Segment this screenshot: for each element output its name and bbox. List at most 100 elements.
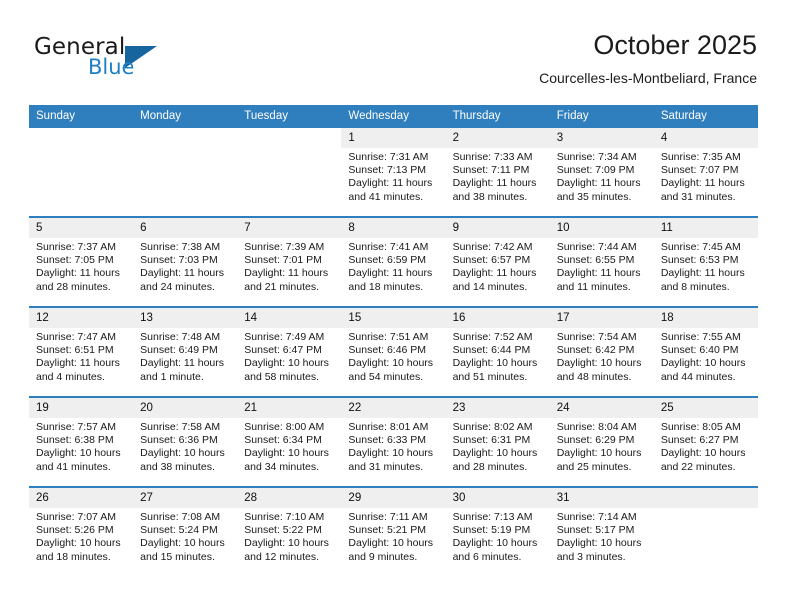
daylight-text: Daylight: 10 hours and 41 minutes. <box>36 447 121 473</box>
sunrise-text: Sunrise: 7:13 AM <box>452 511 533 523</box>
calendar-day-cell[interactable]: 20 Sunrise: 7:58 AM Sunset: 6:36 PM Dayligh… <box>133 396 238 487</box>
weekday-header-wednesday: Wednesday <box>341 105 446 128</box>
daylight-text: Daylight: 11 hours and 8 minutes. <box>660 267 745 293</box>
sunrise-text: Sunrise: 8:05 AM <box>660 421 741 433</box>
calendar-cell-blank <box>133 128 238 217</box>
sunset-text: Sunset: 6:57 PM <box>452 254 531 267</box>
calendar-day-cell[interactable]: 27 Sunrise: 7:08 AM Sunset: 5:24 PM Dayligh… <box>133 486 238 576</box>
day-number: 26 <box>29 488 134 508</box>
calendar-day-cell[interactable]: 4 Sunrise: 7:35 AM Sunset: 7:07 PM Daylight… <box>653 128 758 217</box>
sunrise-text: Sunrise: 7:49 AM <box>244 331 325 343</box>
sunset-text: Sunset: 6:34 PM <box>244 434 322 447</box>
weekday-header-sunday: Sunday <box>29 105 134 128</box>
calendar-day-cell[interactable]: 19 Sunrise: 7:57 AM Sunset: 6:38 PM Dayligh… <box>29 396 134 487</box>
calendar-day-cell[interactable]: 29 Sunrise: 7:11 AM Sunset: 5:21 PM Dayligh… <box>341 486 446 576</box>
calendar-day-cell[interactable]: 28 Sunrise: 7:10 AM Sunset: 5:22 PM Dayligh… <box>237 486 342 576</box>
sunset-text: Sunset: 6:40 PM <box>660 344 739 357</box>
calendar-day-cell[interactable]: 26 Sunrise: 7:07 AM Sunset: 5:26 PM Dayligh… <box>29 486 134 576</box>
calendar-day-cell[interactable]: 10 Sunrise: 7:44 AM Sunset: 6:55 PM Dayligh… <box>549 216 654 307</box>
daylight-text: Daylight: 10 hours and 22 minutes. <box>660 447 746 473</box>
day-details: Sunrise: 7:52 AM Sunset: 6:44 PM Daylight:… <box>446 328 550 384</box>
sunrise-text: Sunrise: 7:14 AM <box>556 511 637 523</box>
daylight-text: Daylight: 11 hours and 35 minutes. <box>556 177 641 203</box>
day-details: Sunrise: 7:51 AM Sunset: 6:46 PM Daylight:… <box>341 328 445 384</box>
daylight-text: Daylight: 10 hours and 34 minutes. <box>244 447 329 473</box>
calendar-day-cell[interactable]: 18 Sunrise: 7:55 AM Sunset: 6:40 PM Dayligh… <box>653 306 758 397</box>
day-number: 24 <box>549 398 654 418</box>
calendar-day-cell[interactable]: 13 Sunrise: 7:48 AM Sunset: 6:49 PM Dayligh… <box>133 306 238 397</box>
daylight-text: Daylight: 11 hours and 11 minutes. <box>556 267 641 293</box>
day-number: 15 <box>341 308 446 328</box>
daylight-text: Daylight: 11 hours and 14 minutes. <box>452 267 537 293</box>
calendar-day-cell[interactable]: 24 Sunrise: 8:04 AM Sunset: 6:29 PM Dayligh… <box>549 396 654 487</box>
day-number: 9 <box>445 218 550 238</box>
calendar-day-cell[interactable]: 1 Sunrise: 7:31 AM Sunset: 7:13 PM Daylight… <box>341 128 446 217</box>
day-number: 21 <box>237 398 342 418</box>
day-number: 12 <box>29 308 134 328</box>
sunset-text: Sunset: 7:03 PM <box>140 254 218 267</box>
sunset-text: Sunset: 6:53 PM <box>660 254 739 267</box>
day-details: Sunrise: 7:13 AM Sunset: 5:19 PM Daylight:… <box>446 508 550 564</box>
calendar-day-cell[interactable]: 16 Sunrise: 7:52 AM Sunset: 6:44 PM Dayligh… <box>445 306 550 397</box>
weekday-header-thursday: Thursday <box>445 105 550 128</box>
sunrise-text: Sunrise: 7:52 AM <box>452 331 533 343</box>
calendar-day-cell[interactable]: 9 Sunrise: 7:42 AM Sunset: 6:57 PM Daylight… <box>445 216 550 307</box>
daylight-text: Daylight: 10 hours and 28 minutes. <box>452 447 538 473</box>
calendar-day-cell[interactable]: 11 Sunrise: 7:45 AM Sunset: 6:53 PM Dayligh… <box>653 216 758 307</box>
calendar-day-cell[interactable]: 15 Sunrise: 7:51 AM Sunset: 6:46 PM Dayligh… <box>341 306 446 397</box>
calendar-day-cell[interactable]: 30 Sunrise: 7:13 AM Sunset: 5:19 PM Dayligh… <box>445 486 550 576</box>
calendar-week-row: 19 Sunrise: 7:57 AM Sunset: 6:38 PM Dayligh… <box>29 396 758 487</box>
sunset-text: Sunset: 5:26 PM <box>36 524 114 537</box>
sunrise-text: Sunrise: 8:04 AM <box>556 421 637 433</box>
calendar-day-cell[interactable]: 5 Sunrise: 7:37 AM Sunset: 7:05 PM Daylight… <box>29 216 134 307</box>
weekday-header-monday: Monday <box>133 105 238 128</box>
sunrise-text: Sunrise: 7:39 AM <box>244 241 325 253</box>
calendar-table: Sunday Monday Tuesday Wednesday Thursday… <box>29 105 758 576</box>
day-number: 29 <box>341 488 446 508</box>
sunset-text: Sunset: 7:11 PM <box>452 164 530 177</box>
day-number: 11 <box>653 218 758 238</box>
sunrise-text: Sunrise: 8:00 AM <box>244 421 325 433</box>
day-details: Sunrise: 7:41 AM Sunset: 6:59 PM Daylight:… <box>341 238 445 294</box>
daylight-text: Daylight: 10 hours and 15 minutes. <box>140 537 225 563</box>
weekday-header: Sunday Monday Tuesday Wednesday Thursday… <box>29 105 758 128</box>
calendar-day-cell[interactable]: 12 Sunrise: 7:47 AM Sunset: 6:51 PM Dayligh… <box>29 306 134 397</box>
sunrise-text: Sunrise: 8:01 AM <box>348 421 429 433</box>
day-number: 6 <box>133 218 238 238</box>
sunset-text: Sunset: 6:31 PM <box>452 434 531 447</box>
calendar-day-cell[interactable]: 14 Sunrise: 7:49 AM Sunset: 6:47 PM Dayligh… <box>237 306 342 397</box>
calendar-body: 1 Sunrise: 7:31 AM Sunset: 7:13 PM Daylight… <box>29 128 758 576</box>
day-details: Sunrise: 7:39 AM Sunset: 7:01 PM Daylight:… <box>237 238 341 294</box>
day-details: Sunrise: 8:00 AM Sunset: 6:34 PM Daylight:… <box>237 418 341 474</box>
calendar-cell-empty <box>653 486 758 576</box>
calendar-day-cell[interactable]: 2 Sunrise: 7:33 AM Sunset: 7:11 PM Daylight… <box>445 128 550 217</box>
daylight-text: Daylight: 10 hours and 54 minutes. <box>348 357 434 383</box>
day-details: Sunrise: 7:44 AM Sunset: 6:55 PM Daylight:… <box>550 238 654 294</box>
day-number: 20 <box>133 398 238 418</box>
calendar-day-cell[interactable]: 7 Sunrise: 7:39 AM Sunset: 7:01 PM Daylight… <box>237 216 342 307</box>
daylight-text: Daylight: 10 hours and 18 minutes. <box>36 537 121 563</box>
calendar-day-cell[interactable]: 22 Sunrise: 8:01 AM Sunset: 6:33 PM Dayligh… <box>341 396 446 487</box>
calendar-day-cell[interactable]: 23 Sunrise: 8:02 AM Sunset: 6:31 PM Dayligh… <box>445 396 550 487</box>
calendar-day-cell[interactable]: 31 Sunrise: 7:14 AM Sunset: 5:17 PM Dayligh… <box>549 486 654 576</box>
day-details: Sunrise: 7:58 AM Sunset: 6:36 PM Daylight:… <box>133 418 237 474</box>
daylight-text: Daylight: 10 hours and 48 minutes. <box>556 357 642 383</box>
calendar-day-cell[interactable]: 17 Sunrise: 7:54 AM Sunset: 6:42 PM Dayligh… <box>549 306 654 397</box>
logo-text-blue: Blue <box>88 55 135 79</box>
day-number <box>237 128 342 148</box>
calendar-day-cell[interactable]: 6 Sunrise: 7:38 AM Sunset: 7:03 PM Daylight… <box>133 216 238 307</box>
calendar-day-cell[interactable]: 8 Sunrise: 7:41 AM Sunset: 6:59 PM Daylight… <box>341 216 446 307</box>
calendar-day-cell[interactable]: 21 Sunrise: 8:00 AM Sunset: 6:34 PM Dayligh… <box>237 396 342 487</box>
sunset-text: Sunset: 5:21 PM <box>348 524 427 537</box>
sunset-text: Sunset: 6:51 PM <box>36 344 114 357</box>
daylight-text: Daylight: 11 hours and 4 minutes. <box>36 357 120 383</box>
calendar-day-cell[interactable]: 3 Sunrise: 7:34 AM Sunset: 7:09 PM Daylight… <box>549 128 654 217</box>
daylight-text: Daylight: 10 hours and 12 minutes. <box>244 537 329 563</box>
page-header: General Blue October 2025 Courcelles-les… <box>0 0 792 100</box>
day-details: Sunrise: 7:55 AM Sunset: 6:40 PM Daylight:… <box>654 328 758 384</box>
sunrise-text: Sunrise: 7:48 AM <box>140 331 221 343</box>
calendar-day-cell[interactable]: 25 Sunrise: 8:05 AM Sunset: 6:27 PM Dayligh… <box>653 396 758 487</box>
daylight-text: Daylight: 10 hours and 58 minutes. <box>244 357 329 383</box>
sunrise-text: Sunrise: 7:55 AM <box>660 331 741 343</box>
day-details: Sunrise: 7:47 AM Sunset: 6:51 PM Daylight:… <box>29 328 133 384</box>
